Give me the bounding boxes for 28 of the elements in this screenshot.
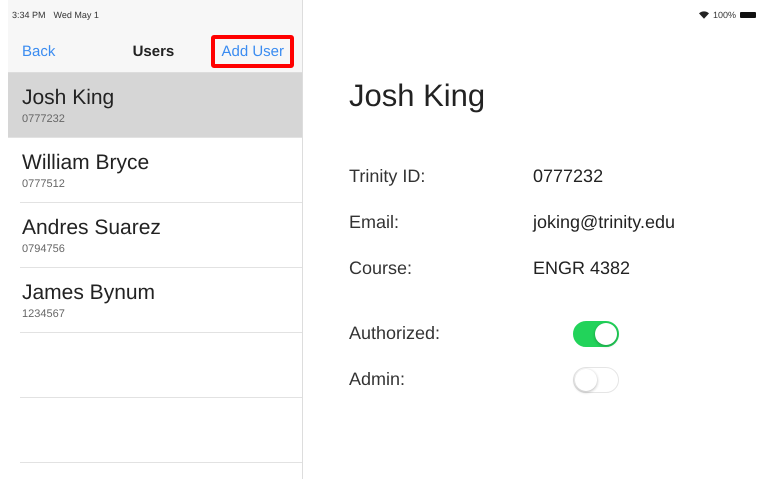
- field-label: Course:: [349, 258, 414, 279]
- user-name: James Bynum: [22, 280, 156, 304]
- user-list-item[interactable]: Andres Suarez 0794756: [20, 203, 302, 268]
- user-list-item[interactable]: James Bynum 1234567: [20, 268, 302, 333]
- status-time: 3:34 PM: [12, 10, 46, 20]
- user-name: William Bryce: [22, 150, 150, 174]
- field-value: 0777232: [533, 166, 604, 187]
- field-value: joking@trinity.edu: [533, 212, 676, 233]
- nav-title: Users: [132, 42, 174, 60]
- battery-percent: 100%: [712, 10, 736, 20]
- field-value: ENGR 4382: [533, 258, 630, 279]
- status-date: Wed May 1: [54, 10, 99, 20]
- battery-icon: [740, 12, 756, 18]
- field-label: Email:: [349, 212, 400, 233]
- switch-label: Admin:: [349, 369, 406, 390]
- user-id: 0777512: [22, 178, 66, 190]
- user-name: Josh King: [22, 86, 116, 110]
- wifi-icon: [698, 11, 709, 19]
- switch-label: Authorized:: [349, 323, 442, 344]
- toggle-switch[interactable]: [573, 320, 619, 346]
- user-id: 0777232: [22, 112, 66, 124]
- detail-title: Josh King: [349, 78, 486, 114]
- user-name: Andres Suarez: [22, 216, 162, 240]
- user-id: 0794756: [22, 242, 66, 254]
- field-label: Trinity ID:: [349, 166, 426, 187]
- user-id: 1234567: [22, 308, 66, 320]
- user-list-item[interactable]: Josh King 0777232: [8, 73, 302, 138]
- user-list-item[interactable]: William Bryce 0777512: [20, 138, 302, 203]
